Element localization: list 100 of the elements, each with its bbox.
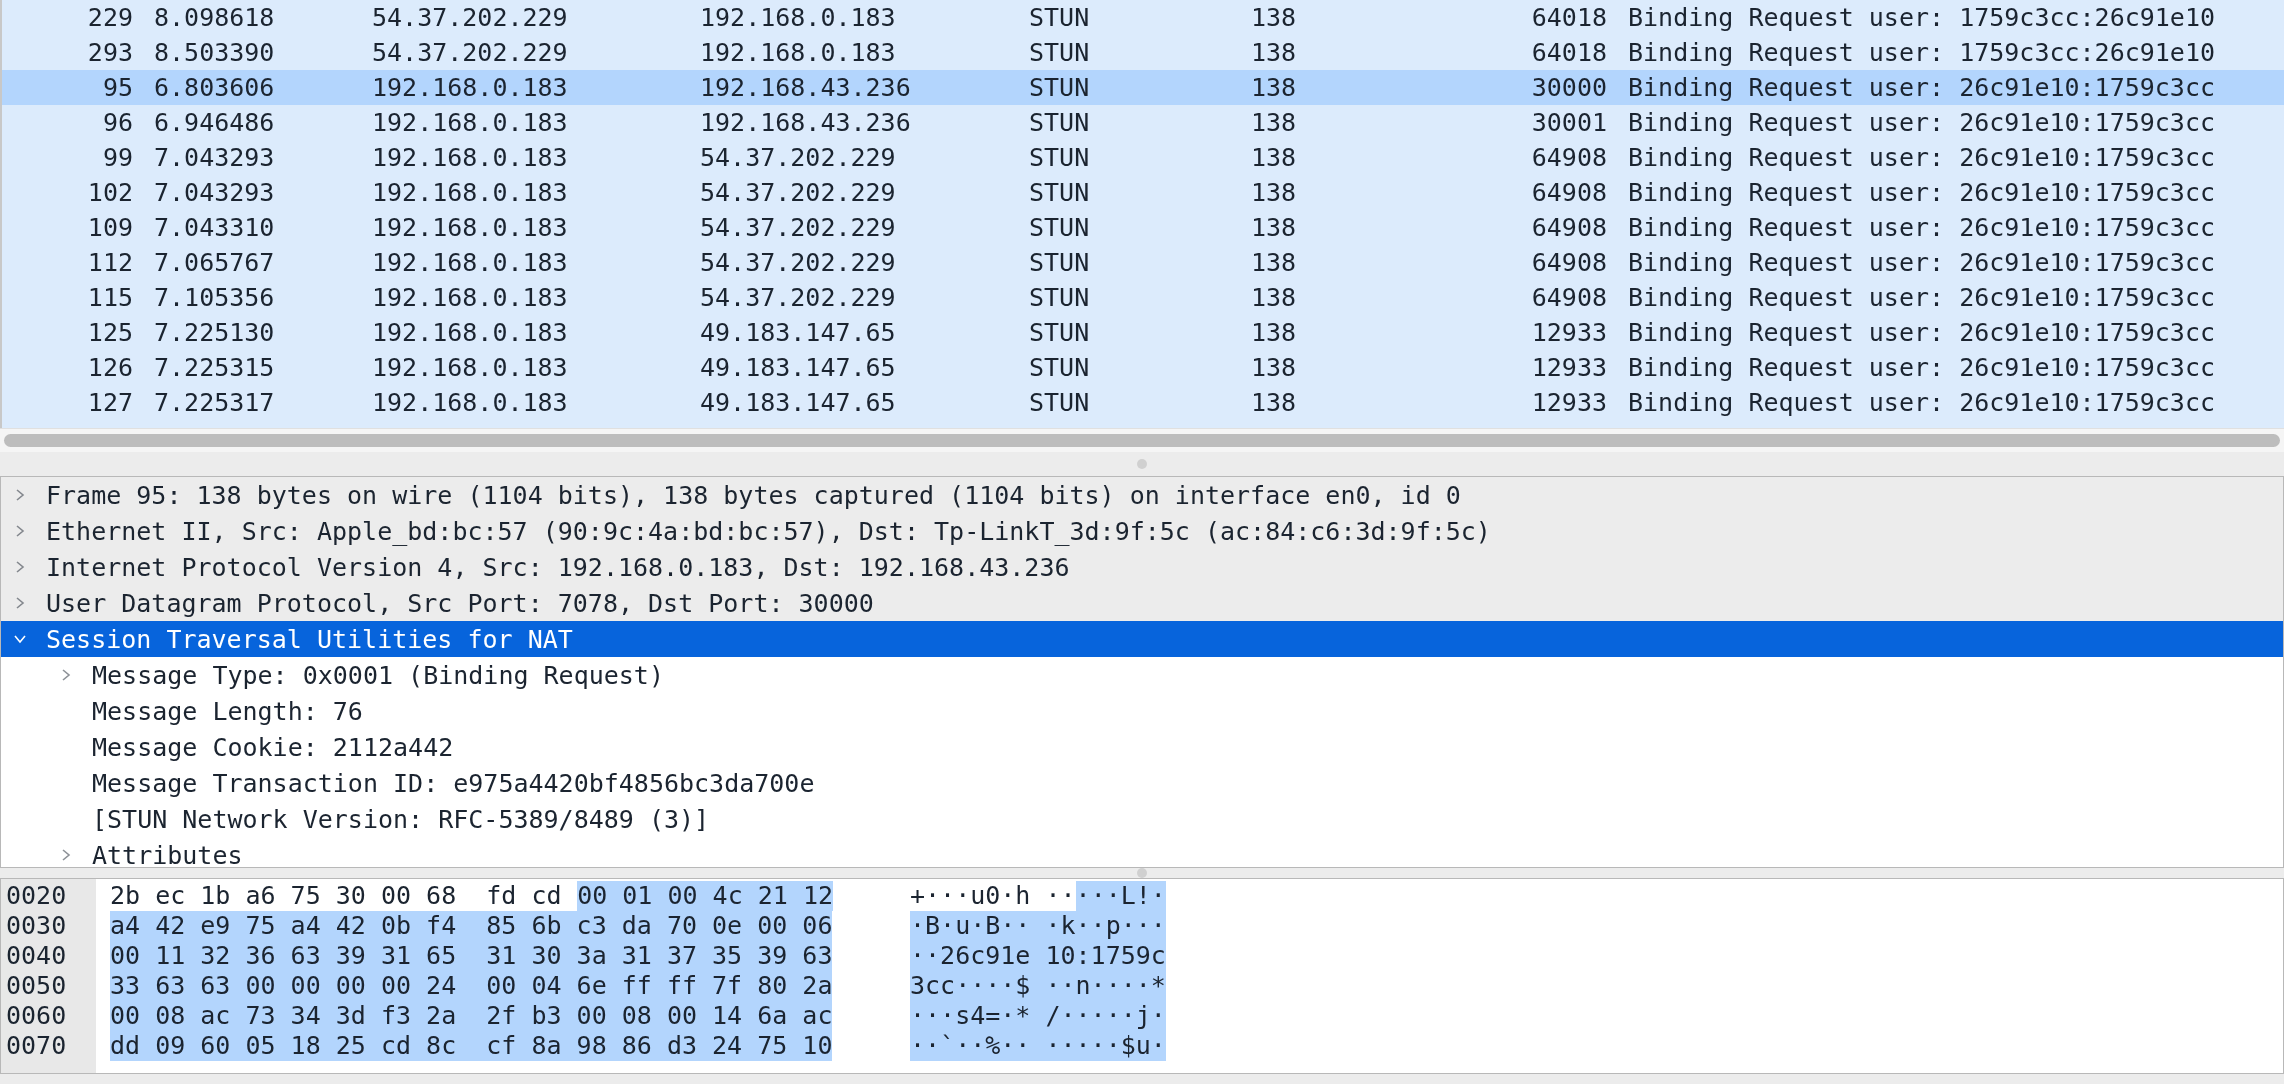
- tree-row[interactable]: Session Traversal Utilities for NAT: [1, 621, 2283, 657]
- table-cell-text: 138: [1251, 388, 1298, 417]
- hex-bytes: 33 63 63 00 00 00 00 24 00 04 6e ff ff 7f 80 2a: [110, 971, 833, 1001]
- table-cell-text: 192.168.0.183: [372, 283, 569, 312]
- table-cell-text: 192.168.0.183: [372, 388, 569, 417]
- table-cell-text: 8.098618: [153, 3, 276, 32]
- table-cell-text: 192.168.0.183: [372, 108, 569, 137]
- table-cell-text: STUN: [1029, 178, 1091, 207]
- table-cell-text: STUN: [1029, 143, 1091, 172]
- table-cell-text: Binding Request user: 1759c3cc:26c91e10: [1627, 3, 2216, 32]
- tree-item-label: Message Length: 76: [92, 696, 363, 726]
- table-cell-text: 54.37.202.229: [700, 143, 897, 172]
- table-cell-text: 7.043293: [153, 143, 276, 172]
- tree-item-label: Ethernet II, Src: Apple_bd:bc:57 (90:9c:4a:bd:bc:57), Dst: Tp-LinkT_3d:9f:5c (ac:84:c6:3d:9f:5c): [46, 516, 1491, 546]
- table-cell-text: STUN: [1029, 318, 1091, 347]
- table-cell-text: Binding Request user: 26c91e10:1759c3cc: [1627, 318, 2216, 347]
- table-cell-text: 229: [86, 3, 133, 32]
- table-cell-text: 12933: [1530, 388, 1607, 417]
- table-cell-text: 192.168.0.183: [372, 178, 569, 207]
- tree-row[interactable]: User Datagram Protocol, Src Port: 7078, Dst Port: 30000: [1, 585, 2283, 621]
- table-cell-text: 64018: [1530, 3, 1607, 32]
- table-cell-text: 138: [1251, 213, 1298, 242]
- table-cell-text: 30000: [1530, 73, 1607, 102]
- table-cell-text: 125: [86, 318, 133, 347]
- table-cell-text: STUN: [1029, 3, 1091, 32]
- table-cell-text: STUN: [1029, 38, 1091, 67]
- table-cell-text: 54.37.202.229: [700, 283, 897, 312]
- table-cell-text: 192.168.43.236: [700, 73, 912, 102]
- table-cell-text: 138: [1251, 73, 1298, 102]
- offset-label: 0050: [5, 971, 68, 1001]
- tree-item-label: Message Type: 0x0001 (Binding Request): [92, 660, 664, 690]
- table-cell-text: 8.503390: [153, 38, 276, 67]
- table-cell-text: 192.168.0.183: [700, 3, 897, 32]
- table-cell-text: 54.37.202.229: [700, 178, 897, 207]
- ascii-bytes: ·B·u·B·· ·k··p···: [910, 911, 1166, 941]
- table-cell-text: 293: [86, 38, 133, 67]
- offset-label: 0030: [5, 911, 68, 941]
- table-cell-text: 102: [86, 178, 133, 207]
- table-cell-text: 7.043310: [153, 213, 276, 242]
- hex-bytes: 00 08 ac 73 34 3d f3 2a 2f b3 00 08 00 14 6a ac: [110, 1001, 833, 1031]
- table-cell-text: 49.183.147.65: [700, 353, 897, 382]
- hex-bytes: 2b ec 1b a6 75 30 00 68 fd cd: [110, 881, 562, 911]
- hex-bytes: dd 09 60 05 18 25 cd 8c cf 8a 98 86 d3 24 75 10: [110, 1031, 833, 1061]
- table-cell-text: 192.168.0.183: [372, 318, 569, 347]
- offset-label: 0020: [5, 881, 68, 911]
- table-cell-text: Binding Request user: 26c91e10:1759c3cc: [1627, 353, 2216, 382]
- tree-item-label: User Datagram Protocol, Src Port: 7078, Dst Port: 30000: [46, 588, 874, 618]
- table-cell-text: 6.946486: [153, 108, 276, 137]
- table-cell-text: 7.225317: [153, 388, 276, 417]
- table-cell-text: 49.183.147.65: [700, 388, 897, 417]
- offset-label: 0070: [5, 1031, 68, 1061]
- packet-row[interactable]: 95 6.803606 192.168.0.183 192.168.43.236 STUN 138 30000 Binding Request user: 26c91e10:1759c3cc: [2, 70, 2284, 105]
- table-cell-text: STUN: [1029, 108, 1091, 137]
- offset-label: 0040: [5, 941, 68, 971]
- tree-row[interactable]: Ethernet II, Src: Apple_bd:bc:57 (90:9c:4a:bd:bc:57), Dst: Tp-LinkT_3d:9f:5c (ac:84:c6:3d:9f:5c): [1, 513, 2283, 549]
- table-cell-text: 30001: [1530, 108, 1607, 137]
- ascii-bytes: ··26c91e 10:1759c: [910, 941, 1166, 971]
- ascii-bytes: ··`··%·· ·····$u·: [910, 1031, 1166, 1061]
- ascii-bytes: ···s4=·* /·····j·: [910, 1001, 1166, 1031]
- table-cell-text: 64908: [1530, 283, 1607, 312]
- table-cell-text: 126: [86, 353, 133, 382]
- table-cell-text: 192.168.0.183: [372, 213, 569, 242]
- splitter-handle[interactable]: [1137, 459, 1147, 469]
- tree-item-label: Attributes: [92, 840, 243, 867]
- tree-item-label: Internet Protocol Version 4, Src: 192.168.0.183, Dst: 192.168.43.236: [46, 552, 1070, 582]
- table-cell-text: 138: [1251, 38, 1298, 67]
- table-cell-text: Binding Request user: 26c91e10:1759c3cc: [1627, 388, 2216, 417]
- table-cell-text: STUN: [1029, 388, 1091, 417]
- table-cell-text: 192.168.0.183: [700, 38, 897, 67]
- table-cell-text: 109: [86, 213, 133, 242]
- table-cell-text: 64908: [1530, 143, 1607, 172]
- tree-row[interactable]: Internet Protocol Version 4, Src: 192.168.0.183, Dst: 192.168.43.236: [1, 549, 2283, 585]
- tree-row[interactable]: Frame 95: 138 bytes on wire (1104 bits), 138 bytes captured (1104 bits) on interface en0, id 0: [1, 477, 2283, 513]
- table-cell-text: 12933: [1530, 318, 1607, 347]
- table-cell-text: 138: [1251, 3, 1298, 32]
- table-cell-text: Binding Request user: 26c91e10:1759c3cc: [1627, 108, 2216, 137]
- table-cell-text: 192.168.0.183: [372, 248, 569, 277]
- splitter-handle[interactable]: [1137, 868, 1147, 878]
- hex-bytes: 00 01 00 4c 21 12: [577, 881, 833, 911]
- horizontal-scrollbar[interactable]: [0, 428, 2284, 452]
- table-cell-text: Binding Request user: 1759c3cc:26c91e10: [1627, 38, 2216, 67]
- table-cell-text: Binding Request user: 26c91e10:1759c3cc: [1627, 248, 2216, 277]
- table-cell-text: 127: [86, 388, 133, 417]
- table-cell-text: 96: [101, 108, 133, 137]
- table-cell-text: 138: [1251, 353, 1298, 382]
- table-cell-text: 64908: [1530, 178, 1607, 207]
- table-cell-text: Binding Request user: 26c91e10:1759c3cc: [1627, 73, 2216, 102]
- table-cell-text: STUN: [1029, 213, 1091, 242]
- table-cell-text: Binding Request user: 26c91e10:1759c3cc: [1627, 283, 2216, 312]
- table-cell-text: 192.168.0.183: [372, 143, 569, 172]
- table-cell-text: 64908: [1530, 213, 1607, 242]
- table-cell-text: 138: [1251, 248, 1298, 277]
- table-cell-text: 138: [1251, 178, 1298, 207]
- table-cell-text: 138: [1251, 108, 1298, 137]
- table-cell-text: 192.168.43.236: [700, 108, 912, 137]
- table-cell-text: 6.803606: [153, 73, 276, 102]
- table-cell-text: STUN: [1029, 353, 1091, 382]
- table-cell-text: 54.37.202.229: [700, 213, 897, 242]
- table-cell-text: 138: [1251, 318, 1298, 347]
- hex-bytes: 00 11 32 36 63 39 31 65 31 30 3a 31 37 35 39 63: [110, 941, 833, 971]
